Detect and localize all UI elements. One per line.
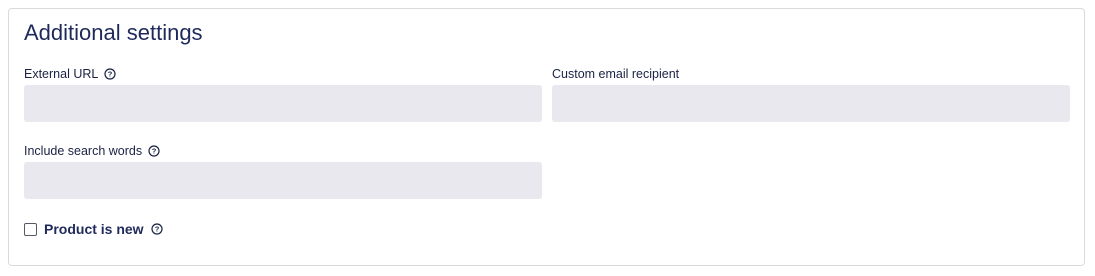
svg-text:?: ?: [108, 70, 113, 79]
section-title: Additional settings: [24, 20, 203, 45]
custom-email-recipient-label-row: Custom email recipient: [552, 67, 679, 81]
additional-settings-panel: Additional settings External URL ? Custo…: [8, 8, 1085, 266]
svg-text:?: ?: [152, 147, 157, 156]
help-icon[interactable]: ?: [104, 68, 116, 80]
product-is-new-row: Product is new ?: [24, 221, 163, 237]
include-search-words-input[interactable]: [24, 162, 542, 199]
product-is-new-label[interactable]: Product is new: [44, 221, 144, 237]
custom-email-recipient-label: Custom email recipient: [552, 67, 680, 81]
custom-email-recipient-input[interactable]: [552, 85, 1070, 122]
product-is-new-checkbox[interactable]: [24, 222, 37, 236]
external-url-input[interactable]: [24, 85, 542, 122]
help-icon[interactable]: ?: [150, 223, 163, 235]
external-url-label: External URL: [24, 67, 99, 81]
help-icon[interactable]: ?: [148, 145, 160, 157]
svg-text:?: ?: [154, 225, 159, 234]
include-search-words-label-row: Include search words ?: [24, 144, 160, 158]
include-search-words-label: Include search words: [24, 144, 143, 158]
external-url-label-row: External URL ?: [24, 67, 116, 81]
